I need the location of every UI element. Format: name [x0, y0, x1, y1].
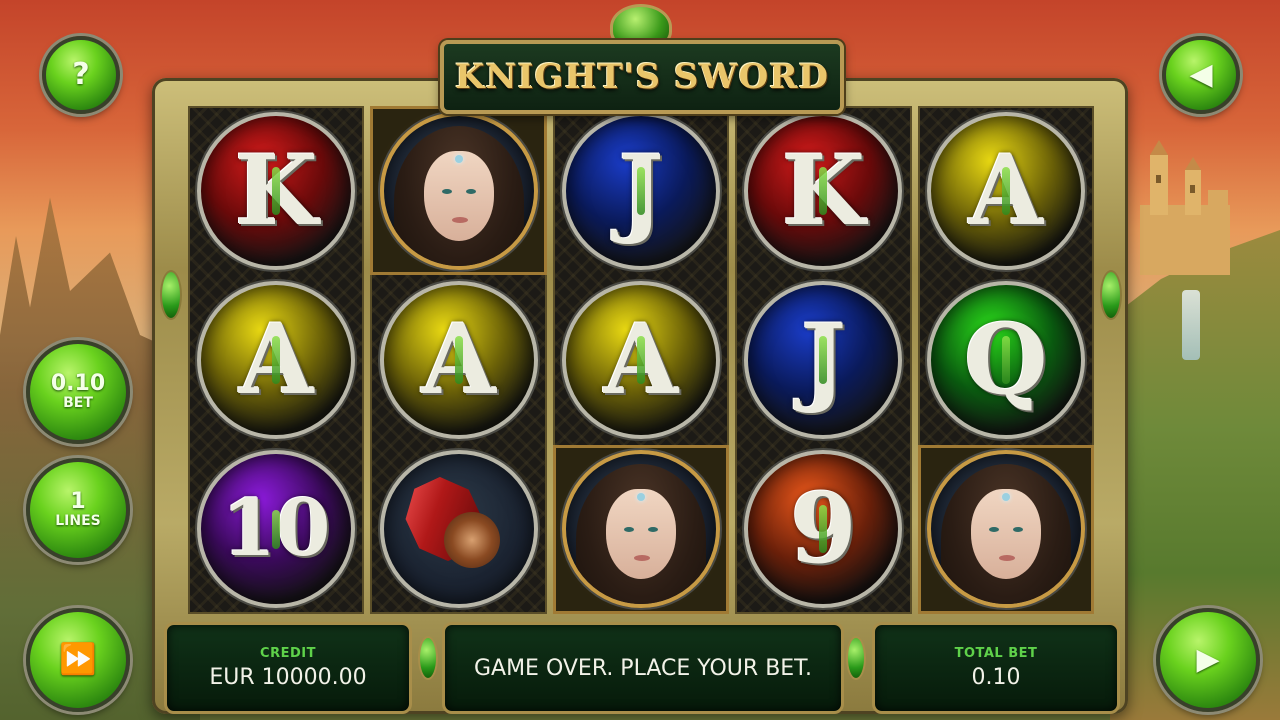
symbol-glyph: A	[238, 302, 314, 416]
credit-value: EUR 10000.00	[209, 665, 367, 690]
bet-button[interactable]: 0.10 BET	[26, 340, 130, 444]
card-symbol-a: A	[197, 280, 356, 439]
credit-label: CREDIT	[260, 646, 316, 661]
reel-cell: A	[188, 275, 364, 444]
reel-grid: K A 10 A J A K J 9 A Q	[188, 106, 1095, 614]
reel-cell: A	[553, 275, 729, 444]
lady-symbol	[562, 450, 721, 609]
total-bet-label: TOTAL BET	[954, 646, 1038, 661]
card-symbol-k: K	[744, 111, 903, 270]
reel-cell: 10	[188, 445, 364, 614]
symbol-glyph: K	[781, 133, 866, 247]
reel-cell	[370, 445, 546, 614]
message-panel: GAME OVER. PLACE YOUR BET.	[442, 622, 844, 714]
bet-label: BET	[63, 394, 93, 411]
lady-symbol	[926, 450, 1085, 609]
autoplay-button[interactable]: ⏩	[26, 608, 130, 712]
reel-cell	[552, 444, 730, 614]
symbol-glyph: A	[421, 302, 496, 416]
symbol-glyph: J	[800, 302, 847, 416]
reel-3: JA	[552, 106, 730, 614]
symbol-glyph: A	[603, 302, 679, 416]
symbol-glyph: 10	[221, 483, 331, 575]
bet-value: 0.10	[50, 370, 106, 396]
help-button[interactable]: ?	[42, 36, 120, 114]
reel-cell: A	[370, 275, 546, 444]
reel-cell: K	[735, 106, 911, 275]
symbol-glyph: A	[968, 133, 1044, 247]
status-message: GAME OVER. PLACE YOUR BET.	[473, 655, 813, 681]
waterfall-illustration	[1182, 290, 1200, 360]
symbol-glyph: Q	[964, 302, 1048, 416]
card-symbol-j: J	[744, 280, 903, 439]
reel-cell	[917, 444, 1095, 614]
symbol-glyph: K	[234, 133, 318, 247]
sound-button[interactable]: ◀	[1162, 36, 1240, 114]
reel-2: A	[370, 106, 547, 614]
card-symbol-10: 10	[197, 450, 356, 609]
lady-face	[970, 489, 1041, 580]
game-title-plate: KNIGHT'S SWORD	[440, 40, 844, 114]
card-symbol-a: A	[562, 280, 721, 439]
card-symbol-9: 9	[744, 450, 903, 609]
speaker-icon: ◀	[1189, 57, 1213, 92]
card-symbol-j: J	[562, 111, 721, 270]
lines-label: LINES	[55, 512, 101, 529]
total-bet-value: 0.10	[971, 665, 1021, 690]
credit-panel: CREDIT EUR 10000.00	[164, 622, 412, 714]
reel-4: KJ 9	[735, 106, 912, 614]
castle-illustration	[1140, 140, 1230, 275]
reel-1: K A 10	[188, 106, 365, 614]
play-icon: ▶	[1196, 642, 1220, 677]
card-symbol-a: A	[379, 280, 538, 439]
spin-button[interactable]: ▶	[1156, 608, 1260, 712]
reel-5: AQ	[917, 106, 1095, 614]
reel-cell: Q	[918, 275, 1094, 444]
total-bet-panel: TOTAL BET 0.10	[872, 622, 1120, 714]
reel-cell: J	[553, 106, 729, 275]
panel-gem-right	[846, 636, 866, 680]
lines-button[interactable]: 1 LINES	[26, 458, 130, 562]
fast-forward-icon: ⏩	[59, 642, 97, 677]
lady-symbol	[379, 111, 538, 270]
reel-cell: 9	[735, 445, 911, 614]
symbol-glyph: J	[618, 133, 664, 247]
reel-cell: A	[918, 106, 1094, 275]
game-title: KNIGHT'S SWORD	[455, 57, 829, 97]
panel-gem-left	[418, 636, 438, 680]
ruby-symbol	[379, 450, 538, 609]
frame-gem-right	[1100, 270, 1122, 320]
lady-face	[423, 150, 494, 241]
card-symbol-k: K	[197, 111, 356, 270]
frame-gem-left	[160, 270, 182, 320]
reel-cell: J	[735, 275, 911, 444]
rose-ornament	[443, 512, 500, 569]
help-icon: ?	[72, 57, 90, 92]
lady-face	[606, 489, 677, 580]
symbol-glyph: 9	[790, 472, 857, 586]
card-symbol-a: A	[926, 111, 1085, 270]
lines-value: 1	[70, 488, 86, 514]
reel-cell: K	[188, 106, 364, 275]
reel-cell	[370, 106, 547, 276]
card-symbol-q: Q	[926, 280, 1085, 439]
